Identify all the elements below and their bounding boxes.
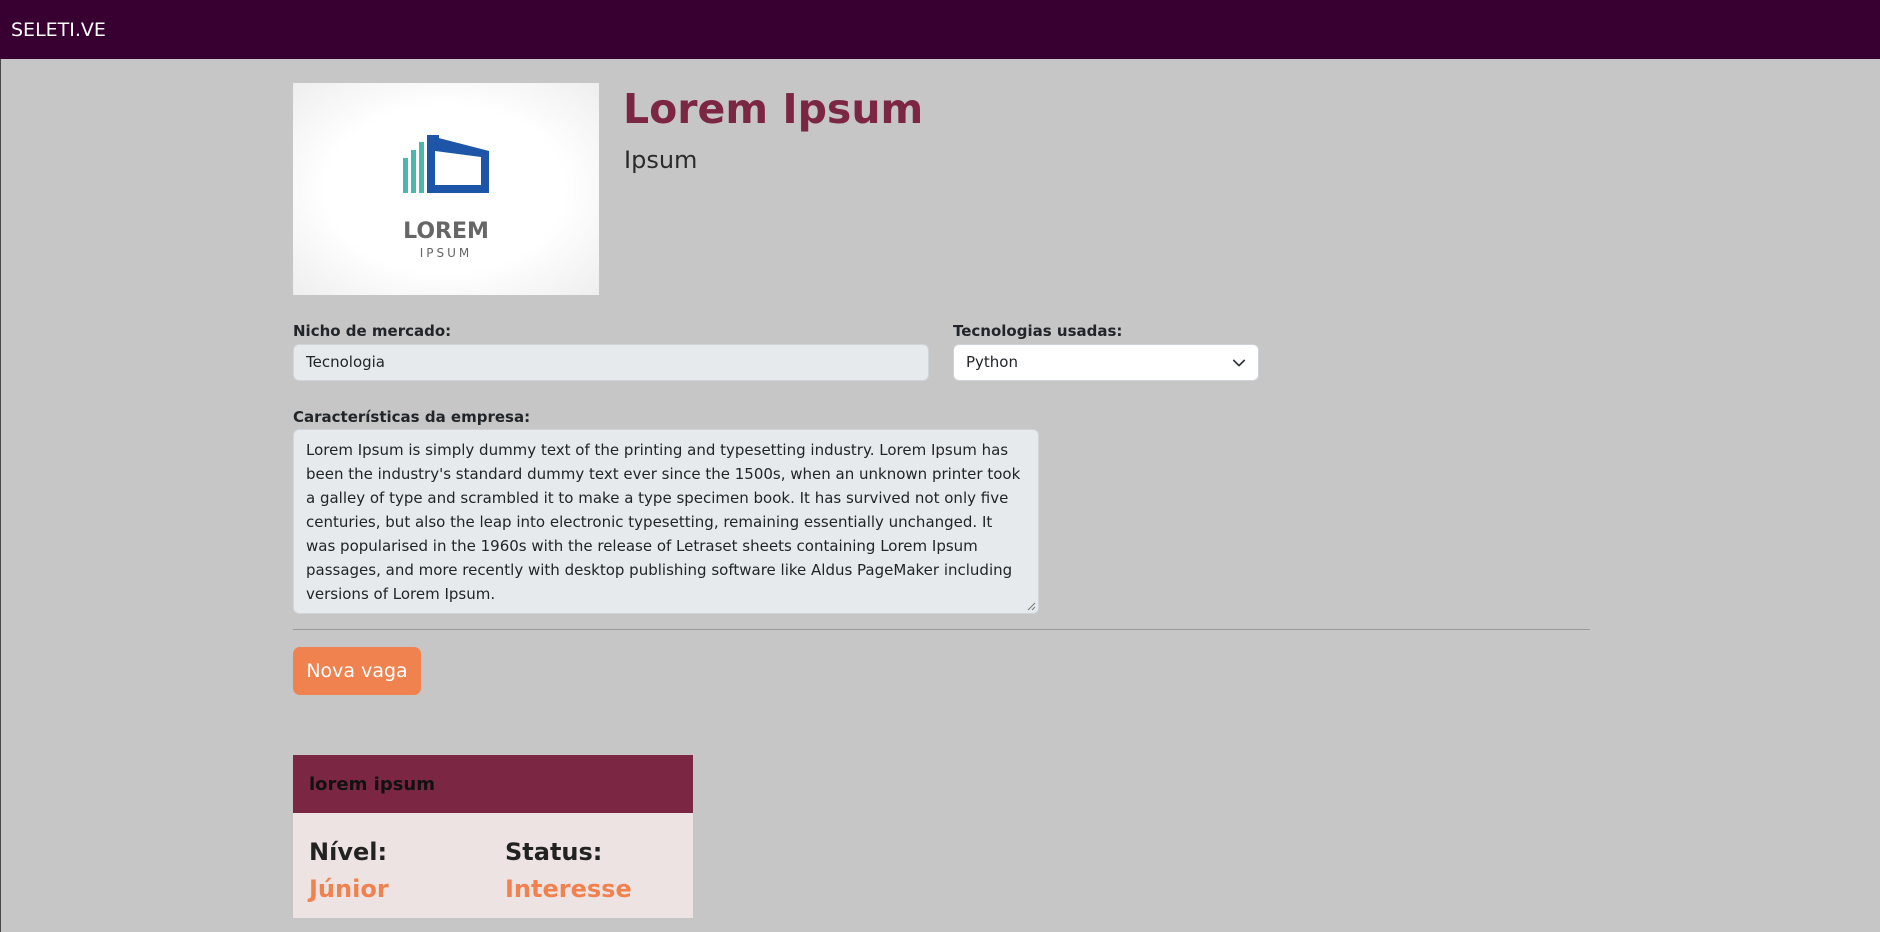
nova-vaga-button[interactable]: Nova vaga xyxy=(293,647,421,695)
company-subtitle: Ipsum xyxy=(624,146,698,174)
company-name: Lorem Ipsum xyxy=(623,85,924,133)
tecnologias-label: Tecnologias usadas: xyxy=(953,322,1123,340)
nivel-value: Júnior xyxy=(309,875,389,903)
nivel-label: Nível: xyxy=(309,838,388,866)
caracteristicas-label: Características da empresa: xyxy=(293,408,531,426)
logo-text-main: LOREM xyxy=(403,219,489,244)
vaga-nivel: Nível: Júnior xyxy=(309,832,389,906)
page-left-border xyxy=(0,59,1,932)
nicho-label: Nicho de mercado: xyxy=(293,322,452,340)
tecnologias-select[interactable]: Python xyxy=(953,344,1259,381)
vaga-card[interactable]: lorem ipsum Nível: Júnior Status: Intere… xyxy=(293,755,693,918)
company-logo-graphic: LOREM IPSUM xyxy=(403,135,489,260)
vaga-status: Status: Interesse xyxy=(505,832,632,906)
nicho-field[interactable]: Tecnologia xyxy=(293,344,929,381)
section-divider xyxy=(293,629,1590,630)
resize-grip-icon[interactable] xyxy=(1027,602,1036,611)
status-value: Interesse xyxy=(505,875,632,903)
brand-link[interactable]: SELETI.VE xyxy=(11,19,106,41)
chevron-down-icon xyxy=(1232,359,1246,366)
vaga-card-title: lorem ipsum xyxy=(293,755,693,813)
logo-text-sub: IPSUM xyxy=(420,246,473,260)
company-logo: LOREM IPSUM xyxy=(293,83,599,295)
caracteristicas-textarea[interactable]: Lorem Ipsum is simply dummy text of the … xyxy=(293,429,1039,614)
navbar: SELETI.VE xyxy=(0,0,1880,59)
caracteristicas-text: Lorem Ipsum is simply dummy text of the … xyxy=(306,441,1021,603)
tecnologias-selected-value: Python xyxy=(966,353,1018,371)
status-label: Status: xyxy=(505,838,603,866)
